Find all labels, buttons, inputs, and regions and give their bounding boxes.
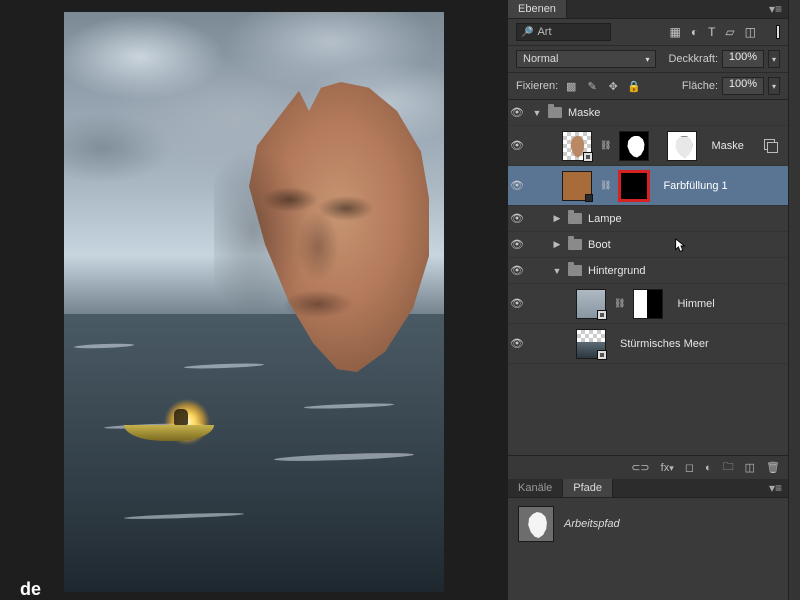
right-panels: Ebenen ▾≡ 🔍 Art ▦ ◐ T ▱ ◫ Normal▾ <box>508 0 788 600</box>
layer-kind-filter[interactable]: 🔍 Art <box>516 23 611 41</box>
path-row-workpath[interactable]: Arbeitspfad <box>508 498 788 550</box>
fill-input[interactable]: 100% <box>722 77 764 95</box>
layer-thumb[interactable] <box>562 131 592 161</box>
tab-channels[interactable]: Kanäle <box>508 479 563 497</box>
new-layer-icon[interactable]: ◫ <box>745 461 755 474</box>
search-icon: 🔍 <box>521 27 533 38</box>
group-boot[interactable]: 👁 ▶ Boot <box>508 232 788 258</box>
tab-paths[interactable]: Pfade <box>563 479 613 497</box>
adjustment-layer-icon[interactable]: ◐ <box>705 462 712 474</box>
layer-mask-thumb[interactable] <box>633 289 663 319</box>
paths-panel: Kanäle Pfade ▾≡ Arbeitspfad <box>508 479 788 600</box>
filter-pixel-icon[interactable]: ▦ <box>669 25 680 39</box>
link-mask-icon[interactable]: ⛓ <box>598 180 613 191</box>
filter-toggle-switch[interactable] <box>776 25 780 39</box>
fill-dropdown[interactable]: ▾ <box>768 77 780 95</box>
smart-object-badge <box>583 152 593 162</box>
layer-fx-icon[interactable]: fx▾ <box>661 462 674 474</box>
filter-type-icon[interactable]: T <box>708 25 715 39</box>
blend-mode-select[interactable]: Normal▾ <box>516 50 656 68</box>
group-hintergrund[interactable]: 👁 ▼ Hintergrund <box>508 258 788 284</box>
link-mask-icon[interactable]: ⛓ <box>612 298 627 309</box>
folder-icon <box>548 107 562 118</box>
path-thumb[interactable] <box>518 506 554 542</box>
layers-list[interactable]: 👁 ▼ Maske 👁 ⛓ <box>508 100 788 455</box>
opacity-input[interactable]: 100% <box>722 50 764 68</box>
layers-footer: ⊂⊃ fx▾ ◻ ◐ 🗀 ◫ 🗑 <box>508 455 788 479</box>
canvas-area[interactable]: de <box>0 0 508 600</box>
group-maske[interactable]: 👁 ▼ Maske <box>508 100 788 126</box>
lock-all-icon[interactable]: 🔒 <box>627 80 641 93</box>
watermark: de <box>20 579 41 600</box>
panel-menu-icon[interactable]: ▾≡ <box>763 2 788 16</box>
folder-icon <box>568 265 582 276</box>
layers-tab-bar: Ebenen ▾≡ <box>508 0 788 19</box>
adjustment-badge <box>585 194 593 202</box>
filter-smart-icon[interactable]: ◫ <box>745 25 756 39</box>
smart-object-badge <box>597 310 607 320</box>
layer-thumb[interactable] <box>576 329 606 359</box>
add-mask-icon[interactable]: ◻ <box>685 461 694 474</box>
tab-layers[interactable]: Ebenen <box>508 0 567 18</box>
layer-farbfuellung[interactable]: 👁 ⛓ Farbfüllung 1 <box>508 166 788 206</box>
layer-mask-thumb[interactable] <box>619 131 649 161</box>
lock-pixels-icon[interactable]: ✎ <box>585 80 599 93</box>
group-lampe[interactable]: 👁 ▶ Lampe <box>508 206 788 232</box>
layer-himmel[interactable]: 👁 ⛓ Himmel <box>508 284 788 324</box>
filter-stack-icon[interactable] <box>764 139 778 153</box>
lock-row: Fixieren: ▩ ✎ ✥ 🔒 Fläche: 100% ▾ <box>508 73 788 100</box>
visibility-toggle[interactable]: 👁 <box>508 212 526 225</box>
giant-head <box>214 72 444 392</box>
opacity-dropdown[interactable]: ▾ <box>768 50 780 68</box>
expand-arrow[interactable]: ▶ <box>552 213 562 224</box>
document-canvas[interactable] <box>64 12 444 592</box>
visibility-toggle[interactable]: 👁 <box>508 139 526 152</box>
folder-icon <box>568 239 582 250</box>
collapsed-dock[interactable] <box>788 0 800 600</box>
visibility-toggle[interactable]: 👁 <box>508 297 526 310</box>
lock-transparent-icon[interactable]: ▩ <box>564 80 578 93</box>
layer-meer[interactable]: 👁 Stürmisches Meer <box>508 324 788 364</box>
layer-maske[interactable]: 👁 ⛓ Maske <box>508 126 788 166</box>
layer-filter-row: 🔍 Art ▦ ◐ T ▱ ◫ <box>508 19 788 46</box>
mouse-cursor <box>674 238 688 254</box>
lock-position-icon[interactable]: ✥ <box>606 80 620 93</box>
lock-label: Fixieren: <box>516 80 558 92</box>
visibility-toggle[interactable]: 👁 <box>508 179 526 192</box>
expand-arrow[interactable]: ▼ <box>532 108 542 118</box>
visibility-toggle[interactable]: 👁 <box>508 238 526 251</box>
filter-shape-icon[interactable]: ▱ <box>725 25 734 39</box>
smart-object-badge <box>597 350 607 360</box>
layer-thumb[interactable] <box>576 289 606 319</box>
folder-icon <box>568 213 582 224</box>
paths-tab-bar: Kanäle Pfade ▾≡ <box>508 479 788 498</box>
delete-layer-icon[interactable]: 🗑 <box>766 461 780 474</box>
filter-kind-label: Art <box>537 26 551 38</box>
fill-layer-thumb[interactable] <box>562 171 592 201</box>
filter-adjust-icon[interactable]: ◐ <box>691 25 698 39</box>
visibility-toggle[interactable]: 👁 <box>508 106 526 119</box>
panel-menu-icon[interactable]: ▾≡ <box>763 481 788 495</box>
link-mask-icon[interactable]: ⛓ <box>598 140 613 151</box>
boat-figure <box>174 409 188 425</box>
visibility-toggle[interactable]: 👁 <box>508 264 526 277</box>
expand-arrow[interactable]: ▶ <box>552 239 562 250</box>
blend-row: Normal▾ Deckkraft: 100% ▾ <box>508 46 788 73</box>
new-group-icon[interactable]: 🗀 <box>723 458 734 477</box>
layer-mask-thumb-selected[interactable] <box>619 171 649 201</box>
opacity-label: Deckkraft: <box>668 53 718 65</box>
link-layers-icon[interactable]: ⊂⊃ <box>631 461 649 474</box>
boat <box>124 407 214 441</box>
vector-mask-thumb[interactable] <box>667 131 697 161</box>
fill-label: Fläche: <box>682 80 718 92</box>
expand-arrow[interactable]: ▼ <box>552 266 562 276</box>
visibility-toggle[interactable]: 👁 <box>508 337 526 350</box>
